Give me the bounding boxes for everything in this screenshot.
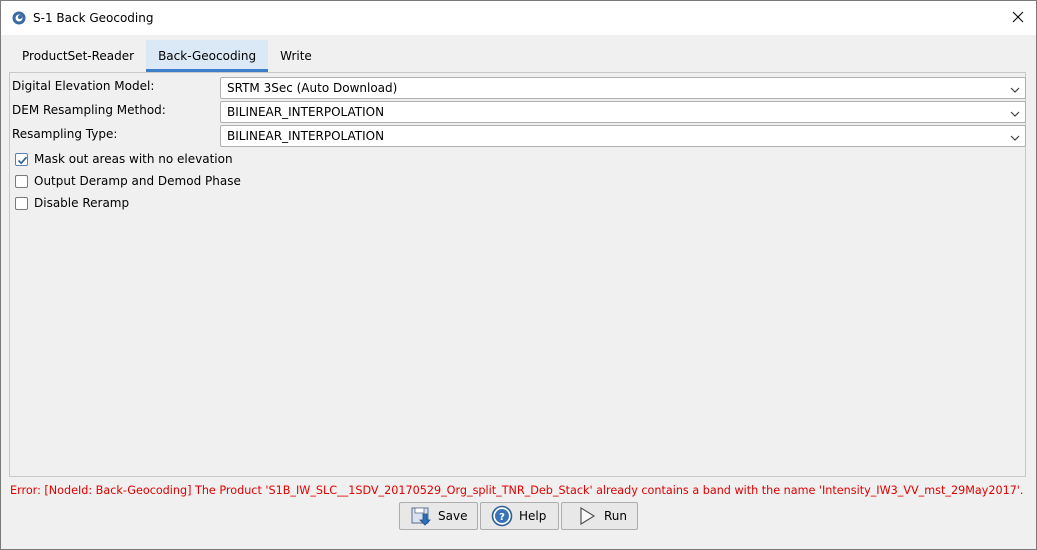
dem-resampling-value: BILINEAR_INTERPOLATION xyxy=(227,105,385,119)
tab-write[interactable]: Write xyxy=(268,40,324,72)
checkmark-icon xyxy=(17,156,28,164)
tab-back-geocoding[interactable]: Back-Geocoding xyxy=(146,40,269,72)
svg-text:?: ? xyxy=(499,512,505,523)
resampling-type-row: Resampling Type: BILINEAR_INTERPOLATION xyxy=(12,125,1026,147)
window-title: S-1 Back Geocoding xyxy=(33,11,154,25)
save-label: Save xyxy=(438,509,468,523)
dem-resampling-select[interactable]: BILINEAR_INTERPOLATION xyxy=(220,101,1026,123)
resampling-type-select[interactable]: BILINEAR_INTERPOLATION xyxy=(220,125,1026,147)
title-bar: S-1 Back Geocoding xyxy=(1,1,1036,35)
output-deramp-checkbox-row[interactable]: Output Deramp and Demod Phase xyxy=(15,172,241,190)
resampling-type-label: Resampling Type: xyxy=(12,127,118,141)
save-icon xyxy=(410,505,432,527)
output-deramp-label: Output Deramp and Demod Phase xyxy=(34,174,241,188)
run-label: Run xyxy=(604,509,628,523)
chevron-down-icon xyxy=(1009,106,1021,118)
resampling-type-value: BILINEAR_INTERPOLATION xyxy=(227,129,385,143)
dem-select[interactable]: SRTM 3Sec (Auto Download) xyxy=(220,77,1026,99)
disable-reramp-checkbox-row[interactable]: Disable Reramp xyxy=(15,194,129,212)
close-button[interactable] xyxy=(1000,1,1036,35)
dem-row: Digital Elevation Model: SRTM 3Sec (Auto… xyxy=(12,77,1026,99)
help-label: Help xyxy=(519,509,547,523)
dialog-window: S-1 Back Geocoding ProductSet-Reader Bac… xyxy=(0,0,1037,550)
button-bar: Save ? Help Run xyxy=(399,502,640,530)
mask-no-elevation-checkbox-row[interactable]: Mask out areas with no elevation xyxy=(15,150,233,168)
parameters-panel: Digital Elevation Model: SRTM 3Sec (Auto… xyxy=(9,72,1026,477)
mask-no-elevation-checkbox[interactable] xyxy=(15,152,28,166)
error-message: Error: [NodeId: Back-Geocoding] The Prod… xyxy=(10,484,1024,497)
mask-no-elevation-label: Mask out areas with no elevation xyxy=(34,152,233,166)
save-button[interactable]: Save xyxy=(399,502,478,530)
dem-label: Digital Elevation Model: xyxy=(12,79,155,93)
disable-reramp-label: Disable Reramp xyxy=(34,196,130,210)
chevron-down-icon xyxy=(1009,82,1021,94)
help-icon: ? xyxy=(491,505,513,527)
chevron-down-icon xyxy=(1009,130,1021,142)
play-icon xyxy=(576,505,598,527)
dem-resampling-row: DEM Resampling Method: BILINEAR_INTERPOL… xyxy=(12,101,1026,123)
close-icon xyxy=(1012,11,1024,26)
dem-resampling-label: DEM Resampling Method: xyxy=(12,103,166,117)
tab-productset-reader[interactable]: ProductSet-Reader xyxy=(10,40,146,72)
disable-reramp-checkbox[interactable] xyxy=(15,196,28,210)
snap-app-icon xyxy=(12,11,26,25)
output-deramp-checkbox[interactable] xyxy=(15,174,28,188)
tab-strip: ProductSet-Reader Back-Geocoding Write xyxy=(10,40,324,72)
dem-value: SRTM 3Sec (Auto Download) xyxy=(227,81,398,95)
help-button[interactable]: ? Help xyxy=(480,502,559,530)
run-button[interactable]: Run xyxy=(561,502,638,530)
